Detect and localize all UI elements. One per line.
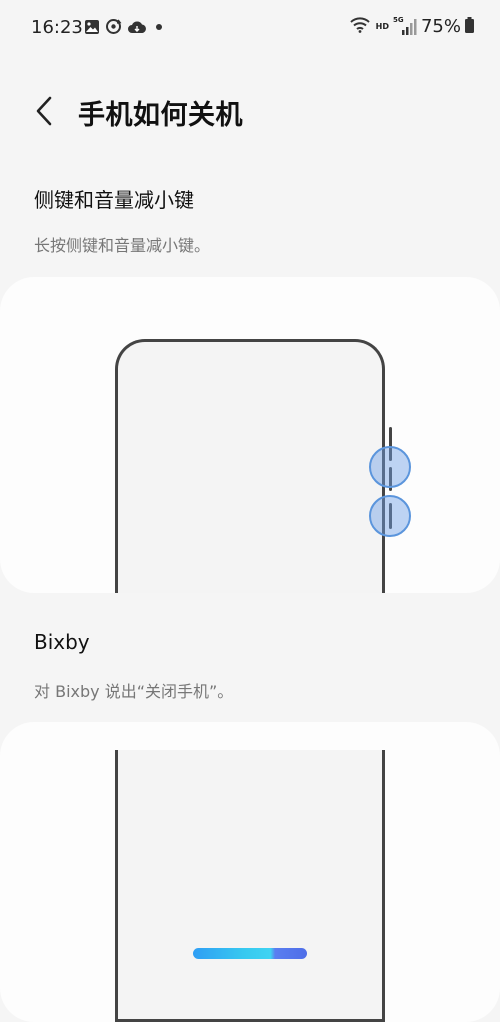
phone-outline-bixby — [115, 750, 385, 1022]
volume-down-highlight — [369, 495, 411, 537]
gallery-icon — [84, 19, 100, 39]
side-key-illustration-card — [0, 277, 500, 593]
battery-percentage: 75% — [420, 16, 461, 37]
network-type-label: 5G — [392, 15, 404, 24]
notification-icons — [84, 18, 166, 39]
section-description-side-key: 长按侧键和音量减小键。 — [34, 236, 211, 255]
hd-label: HD — [375, 22, 389, 31]
page-title: 手机如何关机 — [78, 100, 243, 131]
section-heading-bixby: Bixby — [34, 630, 90, 654]
phone-outline — [115, 339, 385, 593]
section-heading-side-key: 侧键和音量减小键 — [34, 188, 194, 212]
wifi-icon — [349, 16, 370, 37]
status-right: HD 5G 75% — [349, 15, 474, 37]
section-description-bixby: 对 Bixby 说出“关闭手机”。 — [34, 682, 234, 701]
battery-icon — [465, 16, 474, 37]
bixby-illustration-card — [0, 722, 500, 1022]
status-time: 16:23 — [31, 17, 83, 38]
cloud-icon — [127, 19, 147, 39]
dot-icon — [152, 19, 166, 38]
sync-icon — [105, 18, 122, 39]
side-key-highlight — [369, 446, 411, 488]
status-bar: 16:23 HD 5G 75% — [0, 0, 500, 56]
back-button[interactable] — [28, 93, 60, 129]
signal-icon: 5G — [392, 15, 417, 36]
bixby-voice-bar — [193, 948, 307, 959]
chevron-left-icon — [36, 96, 52, 126]
